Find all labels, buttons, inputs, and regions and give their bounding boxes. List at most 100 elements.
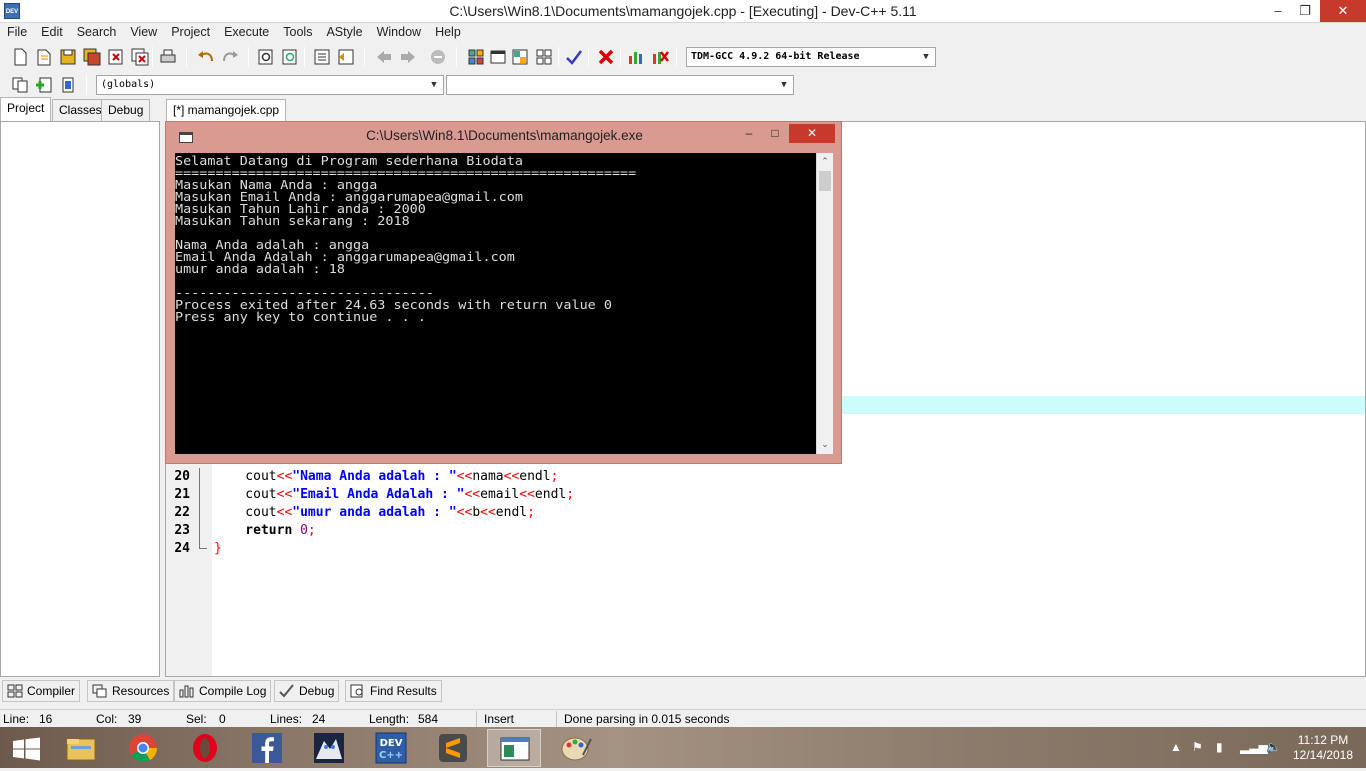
tab-debug-bottom[interactable]: Debug — [274, 680, 340, 702]
print-icon[interactable] — [158, 47, 178, 67]
bookmark-icon[interactable] — [428, 47, 448, 67]
code-token: endl — [495, 505, 528, 520]
menu-astyle[interactable]: AStyle — [319, 23, 369, 39]
minimize-button[interactable]: – — [1263, 0, 1293, 22]
close-button[interactable]: ✕ — [1320, 0, 1366, 22]
compile-run-icon[interactable] — [510, 47, 530, 67]
menu-execute[interactable]: Execute — [217, 23, 276, 39]
profile-icon[interactable] — [626, 47, 646, 67]
console-line: Masukan Tahun sekarang : 2018 — [175, 214, 410, 228]
file-explorer-taskbar-button[interactable] — [54, 729, 108, 767]
scroll-thumb[interactable] — [819, 171, 831, 191]
tab-debug[interactable]: Debug — [101, 99, 151, 121]
project-browser[interactable] — [0, 121, 160, 677]
paint-taskbar-button[interactable] — [549, 729, 603, 767]
indent-icon[interactable] — [312, 47, 332, 67]
redo-icon[interactable] — [220, 47, 240, 67]
devcpp-taskbar-button[interactable]: DEV C++ — [364, 729, 418, 767]
console-maximize-button[interactable]: □ — [761, 124, 789, 142]
menu-project[interactable]: Project — [164, 23, 217, 39]
unindent-icon[interactable] — [336, 47, 356, 67]
console-minimize-button[interactable]: – — [735, 124, 763, 142]
stop-execution-icon[interactable] — [596, 47, 616, 67]
console-output[interactable]: Selamat Datang di Program sederhana Biod… — [175, 153, 816, 454]
tab-compile-log[interactable]: Compile Log — [174, 680, 272, 702]
delete-profile-icon[interactable] — [650, 47, 670, 67]
save-icon[interactable] — [58, 47, 78, 67]
console-scrollbar[interactable]: ⌃ ⌄ — [816, 153, 833, 454]
tab-project[interactable]: Project — [0, 97, 52, 121]
add-to-project-icon[interactable] — [34, 75, 54, 95]
network-signal-icon[interactable]: ▂▃▅ — [1240, 740, 1268, 754]
goto-next-icon[interactable] — [398, 47, 418, 67]
undo-icon[interactable] — [196, 47, 216, 67]
code-line[interactable]: 24} — [166, 540, 1356, 558]
find-icon[interactable] — [256, 47, 276, 67]
clock-time: 11:12 PM — [1297, 733, 1349, 747]
menu-window[interactable]: Window — [370, 23, 428, 39]
menu-tools[interactable]: Tools — [276, 23, 319, 39]
editor-tab-mamangojek[interactable]: [*] mamangojek.cpp — [166, 99, 287, 121]
code-token: email — [480, 487, 520, 502]
menu-file[interactable]: File — [0, 23, 34, 39]
action-center-flag-icon[interactable]: ⚑ — [1192, 740, 1203, 754]
code-line[interactable]: 22 cout<<"umur anda adalah : "<<b<<endl; — [166, 504, 1356, 522]
code-text: cout<<"umur anda adalah : "<<b<<endl; — [214, 504, 535, 522]
scroll-down-icon[interactable]: ⌄ — [817, 436, 833, 452]
show-hidden-icons-icon[interactable]: ▲ — [1170, 740, 1182, 754]
syntax-check-icon[interactable] — [564, 47, 584, 67]
tab-compile-log-label: Compile Log — [199, 684, 267, 698]
code-line[interactable]: 23 return 0; — [166, 522, 1356, 540]
chevron-down-icon: ▼ — [781, 80, 787, 90]
replace-icon[interactable] — [280, 47, 300, 67]
menu-view[interactable]: View — [123, 23, 164, 39]
scope-select[interactable]: (globals) ▼ — [96, 75, 444, 95]
remove-from-project-icon[interactable] — [58, 75, 78, 95]
menu-help[interactable]: Help — [428, 23, 468, 39]
menu-search[interactable]: Search — [70, 23, 124, 39]
run-icon[interactable] — [488, 47, 508, 67]
code-token: << — [276, 487, 293, 502]
code-token: << — [519, 487, 535, 502]
volume-icon[interactable]: 🔈 — [1266, 740, 1281, 754]
compile-icon[interactable] — [466, 47, 486, 67]
goto-previous-icon[interactable] — [374, 47, 394, 67]
tab-find-results[interactable]: Find Results — [345, 680, 442, 702]
console-window[interactable]: C:\Users\Win8.1\Documents\mamangojek.exe… — [165, 121, 842, 464]
status-message: Done parsing in 0.015 seconds — [564, 712, 730, 726]
compiler-select[interactable]: TDM-GCC 4.9.2 64-bit Release ▼ — [686, 47, 936, 67]
class-toolbar: (globals) ▼ ▼ — [0, 71, 1366, 99]
tab-compiler[interactable]: Compiler — [2, 680, 81, 702]
rebuild-all-icon[interactable] — [534, 47, 554, 67]
close-all-icon[interactable] — [130, 47, 150, 67]
chrome-taskbar-button[interactable] — [116, 729, 170, 767]
code-token: endl — [519, 469, 551, 484]
code-token: << — [503, 469, 520, 484]
window-title: C:\Users\Win8.1\Documents\mamangojek.cpp… — [449, 3, 917, 19]
code-line[interactable]: 20 cout<<"Nama Anda adalah : "<<nama<<en… — [166, 468, 1356, 486]
tab-resources[interactable]: Resources — [87, 680, 175, 702]
sublime-taskbar-button[interactable] — [426, 729, 480, 767]
new-project-icon[interactable] — [10, 75, 30, 95]
code-text: } — [214, 540, 222, 558]
new-file-icon[interactable] — [10, 47, 30, 67]
close-file-icon[interactable] — [106, 47, 126, 67]
opera-taskbar-button[interactable] — [178, 729, 232, 767]
console-close-button[interactable]: ✕ — [789, 124, 835, 143]
anime-app-taskbar-button[interactable] — [302, 729, 356, 767]
status-sel-label: Sel: — [186, 712, 207, 726]
start-button[interactable] — [0, 729, 54, 767]
save-all-icon[interactable] — [82, 47, 102, 67]
restore-button[interactable]: ❐ — [1290, 0, 1320, 22]
console-taskbar-button[interactable] — [487, 729, 541, 767]
open-project-icon[interactable] — [34, 47, 54, 67]
scroll-up-icon[interactable]: ⌃ — [817, 153, 833, 169]
code-line[interactable]: 21 cout<<"Email Anda Adalah : "<<email<<… — [166, 486, 1356, 504]
taskbar-clock[interactable]: 11:12 PM 12/14/2018 — [1286, 733, 1360, 763]
facebook-icon — [252, 733, 282, 763]
power-icon[interactable]: ▮ — [1216, 740, 1223, 754]
member-select[interactable]: ▼ — [446, 75, 794, 95]
facebook-taskbar-button[interactable] — [240, 729, 294, 767]
code-token: 0 — [300, 523, 308, 538]
menu-edit[interactable]: Edit — [34, 23, 70, 39]
